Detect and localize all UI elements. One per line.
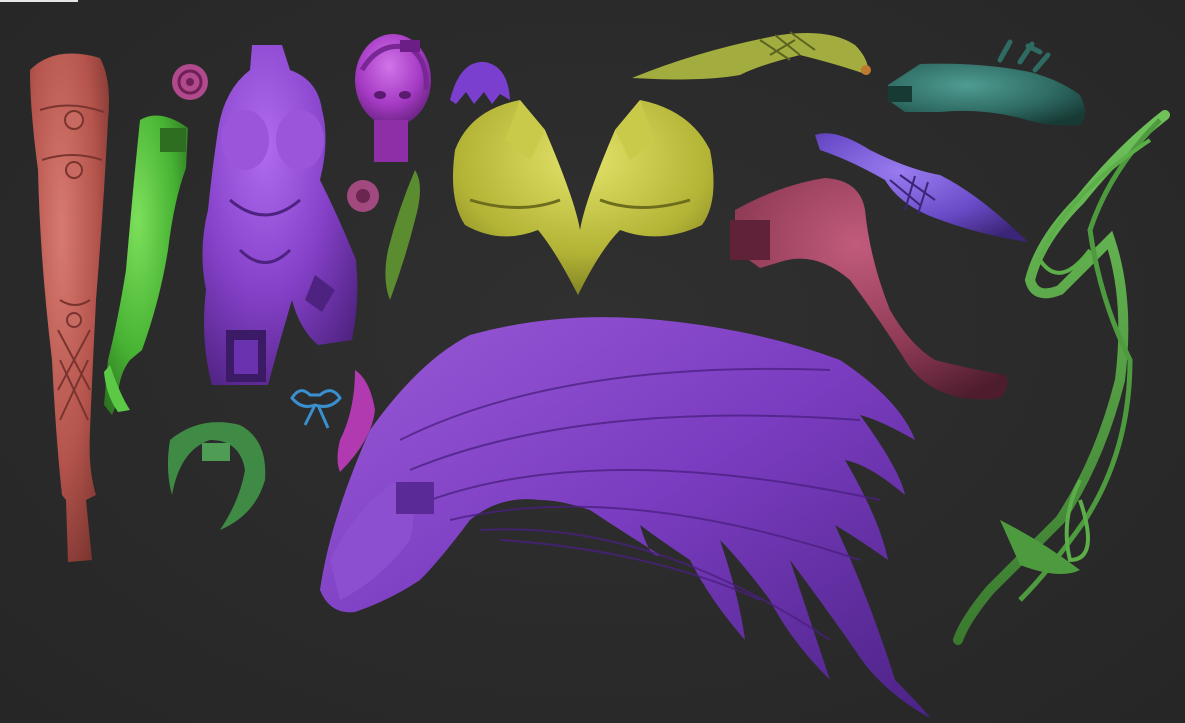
head-part[interactable]: [355, 34, 431, 162]
glove-teal-part[interactable]: [888, 39, 1085, 126]
bow-blue-part[interactable]: [290, 389, 342, 429]
hair-bangs-part[interactable]: [450, 61, 510, 104]
wing-part[interactable]: [320, 317, 930, 718]
gauntlet-top-part[interactable]: [632, 31, 871, 80]
3d-viewport[interactable]: #2b2b2b: [0, 0, 1185, 723]
scene-canvas[interactable]: [0, 0, 1185, 723]
leg-boot-left-part[interactable]: [30, 53, 109, 562]
wreath-green-part[interactable]: [167, 422, 266, 530]
earring-spiral-part[interactable]: [172, 64, 208, 100]
crown-tiara-part[interactable]: [452, 100, 714, 295]
ornament-disc-part[interactable]: [347, 180, 379, 212]
torso-dress-part[interactable]: [202, 45, 358, 385]
leaf-green-part[interactable]: [385, 170, 420, 300]
arm-green-part[interactable]: [104, 115, 188, 416]
